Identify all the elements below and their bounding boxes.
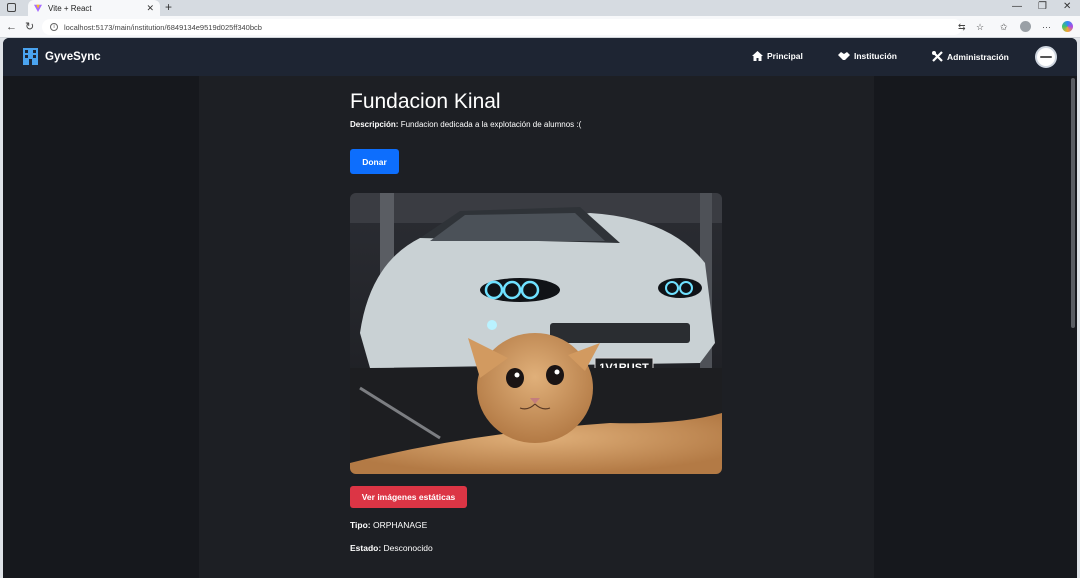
refresh-icon[interactable]: ↻ [25, 19, 34, 35]
right-gutter [874, 76, 1077, 578]
scrollbar[interactable] [1071, 78, 1075, 328]
nav-administracion[interactable]: Administración [932, 51, 1009, 62]
type-label: Tipo: [350, 520, 371, 530]
user-avatar[interactable] [1035, 46, 1057, 68]
minimize-icon[interactable]: — [1012, 0, 1022, 14]
institution-detail: Fundacion Kinal Descripción: Fundacion d… [199, 76, 874, 578]
site-info-icon[interactable]: i [50, 23, 58, 31]
institution-status: Estado: Desconocido [350, 543, 433, 553]
back-icon[interactable]: ← [6, 19, 17, 35]
institution-description: Descripción: Fundacion dedicada a la exp… [350, 120, 581, 129]
url-text: localhost:5173/main/institution/6849134e… [64, 22, 262, 32]
status-label: Estado: [350, 543, 382, 553]
brand[interactable]: GyveSync [22, 47, 101, 66]
copilot-icon[interactable] [1062, 21, 1073, 32]
donate-button[interactable]: Donar [350, 149, 399, 174]
tab-title: Vite + React [48, 3, 92, 13]
favorites-icon[interactable]: ✩ [1000, 21, 1008, 33]
tab-actions-icon[interactable] [7, 3, 16, 12]
restore-icon[interactable]: ❐ [1038, 0, 1047, 14]
type-value: ORPHANAGE [373, 520, 428, 530]
nav-institucion-label: Institución [854, 51, 897, 61]
left-gutter [3, 76, 199, 578]
more-options-icon[interactable]: ··· [1042, 21, 1051, 33]
description-label: Descripción: [350, 120, 399, 129]
building-icon [23, 48, 38, 65]
institution-name: Fundacion Kinal [350, 90, 501, 113]
home-icon [752, 51, 763, 61]
nav-principal[interactable]: Principal [752, 51, 803, 61]
app-window: GyveSync Principal Institución Administr… [3, 38, 1077, 578]
avatar-placeholder-icon [1040, 56, 1052, 58]
status-value: Desconocido [383, 543, 433, 553]
browser-tab[interactable]: Vite + React ✕ [28, 0, 160, 16]
description-text: Fundacion dedicada a la explotación de a… [400, 120, 582, 129]
institution-image[interactable]: 1V1RUST [350, 193, 722, 474]
browser-tab-bar: Vite + React ✕ + — ❐ ✕ [0, 0, 1080, 16]
brand-name: GyveSync [45, 50, 101, 63]
tools-icon [932, 51, 943, 62]
close-window-icon[interactable]: ✕ [1063, 0, 1071, 14]
tab-close-icon[interactable]: ✕ [146, 3, 154, 14]
static-images-button[interactable]: Ver imágenes estáticas [350, 486, 467, 508]
new-tab-icon[interactable]: + [165, 0, 172, 14]
institution-type: Tipo: ORPHANAGE [350, 520, 427, 530]
read-aloud-icon[interactable]: ⇆ [958, 21, 966, 33]
favorite-star-icon[interactable]: ☆ [976, 21, 984, 33]
nav-institucion[interactable]: Institución [838, 51, 897, 61]
nav-principal-label: Principal [767, 51, 803, 61]
nav-administracion-label: Administración [947, 51, 1009, 62]
profile-icon[interactable] [1020, 21, 1031, 32]
address-bar-row: ← ↻ i localhost:5173/main/institution/68… [0, 16, 1080, 38]
url-input[interactable]: i localhost:5173/main/institution/684913… [42, 19, 962, 35]
navbar: GyveSync Principal Institución Administr… [3, 38, 1077, 76]
handshake-icon [838, 52, 850, 60]
vite-icon [34, 4, 42, 12]
